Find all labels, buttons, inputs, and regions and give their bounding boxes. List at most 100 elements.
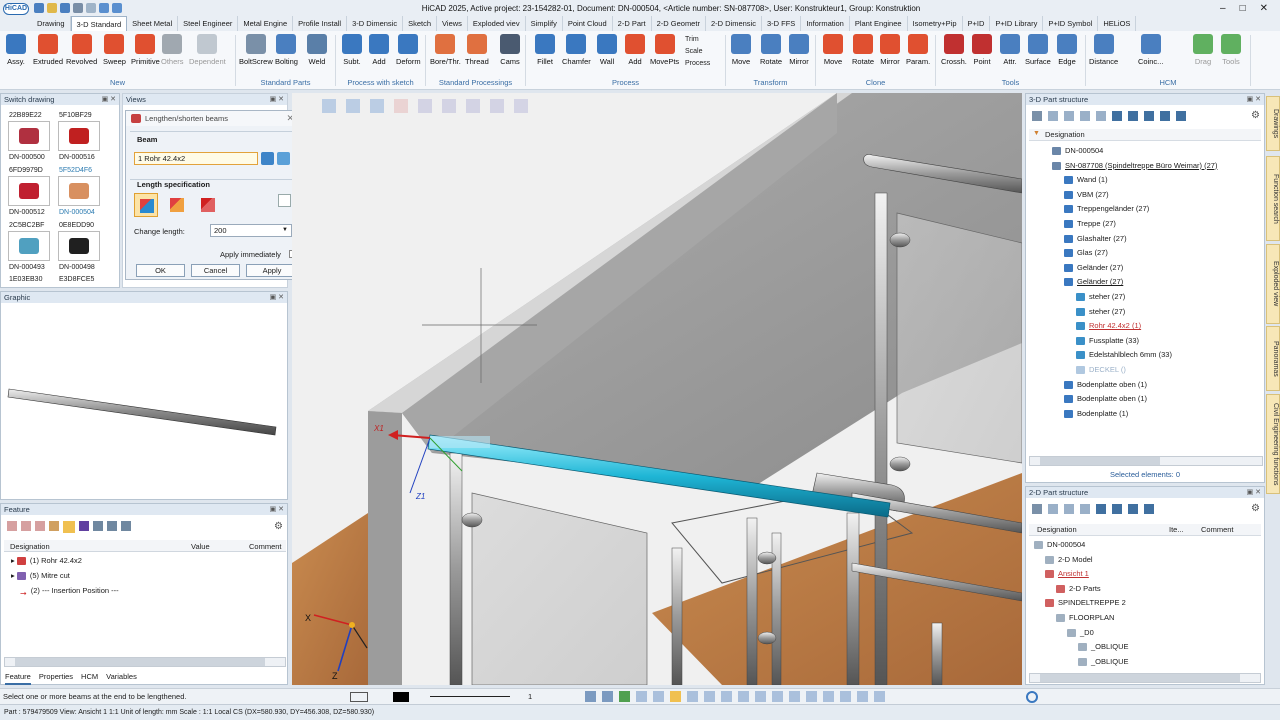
apply-button[interactable]: Apply xyxy=(246,264,298,277)
snap-icon[interactable] xyxy=(840,691,851,702)
snap-icon[interactable] xyxy=(602,691,613,702)
horizontal-scrollbar[interactable] xyxy=(4,657,286,667)
feature-row[interactable]: ▸ (1) Rohr 42.4x2 xyxy=(11,554,82,568)
tree-item[interactable]: Glas (27) xyxy=(1064,246,1108,260)
ribbon-button-clone-move[interactable]: Move xyxy=(823,34,843,66)
beam-options-icon[interactable] xyxy=(277,152,290,165)
tree-item[interactable]: Fussplatte (33) xyxy=(1076,334,1139,348)
ribbon-button-new-assy-[interactable]: Assy. xyxy=(6,34,26,66)
ribbon-button-hcm-drag[interactable]: Drag xyxy=(1193,34,1213,66)
panel-controls-icon[interactable]: ▣ ✕ xyxy=(102,94,116,105)
ribbon-button-process-with-sketch-deform[interactable]: Deform xyxy=(396,34,421,66)
tree-item[interactable]: Bodenplatte oben (1) xyxy=(1064,378,1147,392)
tree-item[interactable]: Treppengeländer (27) xyxy=(1064,202,1149,216)
close-icon[interactable]: ✕ xyxy=(1260,3,1268,14)
column-header[interactable]: Comment xyxy=(1201,525,1234,534)
snap-icon[interactable] xyxy=(857,691,868,702)
ribbon-button-transform-move[interactable]: Move xyxy=(731,34,751,66)
tab-steel-engineer[interactable]: Steel Engineer xyxy=(178,16,239,31)
ribbon-button-standard-parts-bolting[interactable]: Bolting xyxy=(275,34,298,66)
tab-2-d-part[interactable]: 2-D Part xyxy=(613,16,652,31)
snap-icon[interactable] xyxy=(704,691,715,702)
gear-icon[interactable]: ⚙ xyxy=(274,521,283,532)
structure-tool-icon[interactable] xyxy=(1048,504,1058,514)
view-tool-icon[interactable] xyxy=(346,99,360,113)
pick-icon[interactable] xyxy=(278,194,291,207)
snap-icon[interactable] xyxy=(585,691,596,702)
snap-icon[interactable] xyxy=(755,691,766,702)
view-tool-icon[interactable] xyxy=(370,99,384,113)
gear-icon[interactable]: ⚙ xyxy=(1251,503,1260,514)
redo-icon[interactable] xyxy=(112,3,122,13)
drawing-thumbnail[interactable] xyxy=(8,176,50,206)
tab-drawing[interactable]: Drawing xyxy=(32,16,71,31)
ribbon-button-clone-param-[interactable]: Param. xyxy=(906,34,930,66)
tab-2-d-geometr[interactable]: 2-D Geometr xyxy=(652,16,706,31)
cancel-button[interactable]: Cancel xyxy=(191,264,240,277)
ribbon-button-standard-processings-thread[interactable]: Thread xyxy=(465,34,489,66)
structure-tool-icon[interactable] xyxy=(1128,504,1138,514)
panel-controls-icon[interactable]: ▣ ✕ xyxy=(270,94,284,105)
tab-3-d-ffs[interactable]: 3-D FFS xyxy=(762,16,802,31)
ribbon-button-tools-attr-[interactable]: Attr. xyxy=(1000,34,1020,66)
tab-feature[interactable]: Feature xyxy=(5,672,31,685)
ribbon-button-standard-processings-cams[interactable]: Cams xyxy=(500,34,520,66)
tree-item[interactable]: _OBLIQUE xyxy=(1078,640,1129,654)
structure-tool-icon[interactable] xyxy=(1048,111,1058,121)
save-icon[interactable] xyxy=(60,3,70,13)
ribbon-button-transform-mirror[interactable]: Mirror xyxy=(789,34,809,66)
tab-p-id-symbol[interactable]: P+ID Symbol xyxy=(1043,16,1099,31)
line-width-value[interactable]: 1 xyxy=(528,692,532,701)
snap-icon[interactable] xyxy=(670,691,681,702)
view-tool-icon[interactable] xyxy=(418,99,432,113)
drawing-thumbnail[interactable] xyxy=(58,176,100,206)
view-tool-icon[interactable] xyxy=(490,99,504,113)
ribbon-button-transform-rotate[interactable]: Rotate xyxy=(760,34,782,66)
snap-icon[interactable] xyxy=(738,691,749,702)
tree-item[interactable]: 2-D Parts xyxy=(1056,582,1101,596)
drawing-thumbnail[interactable] xyxy=(58,121,100,151)
ribbon-button-new-extruded[interactable]: Extruded xyxy=(33,34,63,66)
feature-tool-icon[interactable] xyxy=(21,521,31,531)
tab-2-d-dimensic[interactable]: 2-D Dimensic xyxy=(706,16,762,31)
column-header[interactable]: Designation xyxy=(1045,130,1085,139)
view-tool-icon[interactable] xyxy=(394,99,408,113)
tab-helios[interactable]: HELiOS xyxy=(1098,16,1137,31)
feature-tool-icon[interactable] xyxy=(121,521,131,531)
structure-tool-icon[interactable] xyxy=(1096,111,1106,121)
structure-tool-icon[interactable] xyxy=(1096,504,1106,514)
tab-simplify[interactable]: Simplify xyxy=(526,16,563,31)
undo-icon[interactable] xyxy=(99,3,109,13)
tab-hcm[interactable]: HCM xyxy=(81,672,98,685)
tab-3-d-dimensic[interactable]: 3-D Dimensic xyxy=(347,16,404,31)
ribbon-button-clone-mirror[interactable]: Mirror xyxy=(880,34,900,66)
tree-item[interactable]: DN-000504 xyxy=(1052,144,1103,158)
snap-icon[interactable] xyxy=(772,691,783,702)
layer-icon[interactable] xyxy=(350,692,368,702)
drawing-thumbnail[interactable] xyxy=(58,231,100,261)
structure-tool-icon[interactable] xyxy=(1160,111,1170,121)
ribbon-button-tools-crossh-[interactable]: Crossh. xyxy=(941,34,967,66)
change-length-select[interactable]: 200 ▼ xyxy=(210,224,292,237)
view-tool-icon[interactable] xyxy=(322,99,336,113)
3d-viewport[interactable]: X1 Z1 X Z xyxy=(292,93,1022,685)
column-header[interactable]: Value xyxy=(191,542,210,551)
tab-exploded-viev[interactable]: Exploded viev xyxy=(468,16,526,31)
tree-item[interactable]: VBM (27) xyxy=(1064,188,1109,202)
maximize-icon[interactable]: □ xyxy=(1240,3,1246,14)
side-tab-drawings[interactable]: Drawings xyxy=(1266,96,1280,151)
ribbon-button-clone-rotate[interactable]: Rotate xyxy=(852,34,874,66)
structure-tool-icon[interactable] xyxy=(1128,111,1138,121)
refresh-icon[interactable] xyxy=(1026,691,1038,703)
select-beam-icon[interactable] xyxy=(261,152,274,165)
ribbon-button-process-with-sketch-add[interactable]: Add xyxy=(369,34,389,66)
tree-item[interactable]: _OBLIQUE xyxy=(1078,655,1129,669)
tree-item[interactable]: _D0 xyxy=(1067,626,1094,640)
snap-icon[interactable] xyxy=(653,691,664,702)
tree-item[interactable]: SN-087708 (Spindeltreppe Büro Weimar) (2… xyxy=(1052,159,1217,173)
feature-tool-icon[interactable] xyxy=(49,521,59,531)
structure-tool-icon[interactable] xyxy=(1112,504,1122,514)
feature-tool-icon[interactable] xyxy=(7,521,17,531)
ribbon-button-process-wall[interactable]: Wall xyxy=(597,34,617,66)
tab-plant-enginee[interactable]: Plant Enginee xyxy=(850,16,908,31)
